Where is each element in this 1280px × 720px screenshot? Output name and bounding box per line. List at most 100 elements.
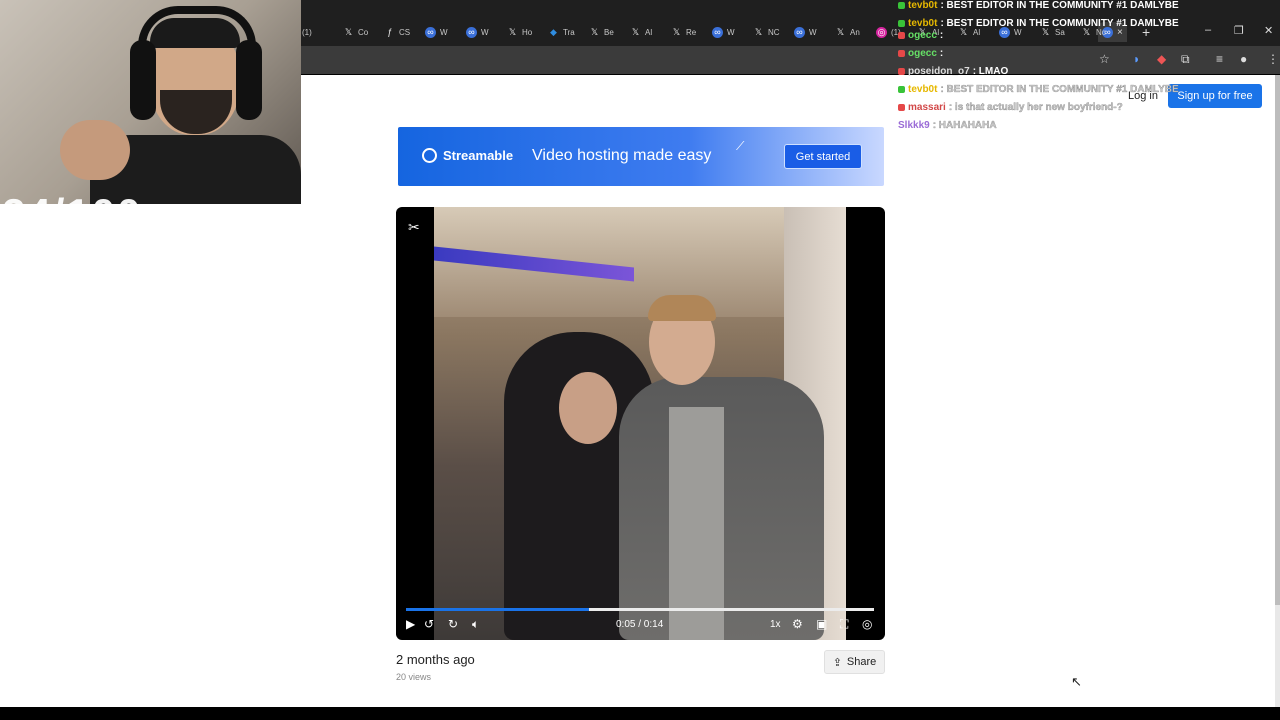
- posted-date: 2 months ago: [396, 652, 475, 667]
- chat-message: ogecc:: [898, 48, 943, 59]
- chat-badge-icon: [898, 86, 905, 93]
- scroll-thumb[interactable]: [1275, 75, 1280, 605]
- webcam-overlay: [0, 0, 301, 204]
- tab-label: Be: [604, 27, 614, 37]
- volume-icon[interactable]: 🔈︎: [472, 617, 479, 632]
- capcut-watermark-icon: ✂: [408, 219, 420, 235]
- x-icon: 𝕏: [836, 26, 845, 37]
- tab-label: (1): [302, 27, 312, 37]
- browser-tab[interactable]: ∞ W: [794, 22, 817, 42]
- streamable-icon: ∞: [425, 26, 436, 38]
- chat-text: : is that actually her new boyfriend-?: [948, 102, 1123, 113]
- browser-tab[interactable]: 𝕏 Re: [671, 22, 696, 42]
- bottom-strip: [0, 707, 1280, 720]
- progress-fill: [406, 608, 589, 611]
- page-scrollbar[interactable]: [1275, 75, 1280, 707]
- browser-tab[interactable]: ◆ Tra: [548, 22, 575, 42]
- time-display: 0:05 / 0:14: [616, 619, 664, 630]
- view-count: 20 views: [396, 672, 432, 682]
- script-icon: ƒ: [386, 27, 392, 37]
- chat-message: tevb0t: BEST EDITOR IN THE COMMUNITY #1 …: [898, 84, 1179, 95]
- share-label: Share: [846, 656, 877, 668]
- tab-label: W: [809, 27, 817, 37]
- play-icon[interactable]: ▶: [406, 617, 415, 631]
- chat-text: : BEST EDITOR IN THE COMMUNITY #1 DAMLYB…: [940, 18, 1179, 29]
- settings-gear-icon[interactable]: ⚙: [792, 617, 803, 631]
- sparkle-icon: ⟋: [736, 139, 745, 153]
- chat-badge-icon: [898, 32, 905, 39]
- video-shirt: [669, 407, 724, 640]
- browser-tab[interactable]: 𝕏 Co: [343, 22, 368, 42]
- share-button[interactable]: ⇪ Share: [824, 650, 885, 674]
- chat-username: poseidon_o7: [908, 66, 970, 77]
- banner-tagline: Video hosting made easy: [532, 147, 712, 164]
- browser-tab[interactable]: 𝕏 Ho: [507, 22, 532, 42]
- streamable-icon: ∞: [466, 26, 477, 38]
- chat-text: :: [939, 30, 944, 41]
- browser-tab[interactable]: ∞ W: [425, 22, 448, 42]
- x-icon: 𝕏: [672, 26, 681, 37]
- chat-message: tevb0t: BEST EDITOR IN THE COMMUNITY #1 …: [898, 0, 1179, 11]
- chat-username: tevb0t: [908, 0, 938, 11]
- get-started-button[interactable]: Get started: [784, 144, 862, 169]
- picture-in-picture-icon[interactable]: ▣: [816, 617, 827, 631]
- mouse-cursor-icon: ↖: [1071, 674, 1082, 689]
- diamond-icon: ◆: [550, 26, 557, 37]
- webcam-hand: [60, 120, 130, 180]
- tab-label: Tra: [563, 27, 575, 37]
- tab-label: NC: [768, 27, 780, 37]
- browser-tab[interactable]: ∞ W: [466, 22, 489, 42]
- chat-message: massari: is that actually her new boyfri…: [898, 102, 1123, 113]
- chat-username: tevb0t: [908, 18, 938, 29]
- tab-label: W: [727, 27, 735, 37]
- streamable-logo: Streamable: [422, 148, 513, 163]
- chat-message: poseidon_o7: LMAO: [898, 66, 1008, 77]
- chat-overlay: tevb0t: BEST EDITOR IN THE COMMUNITY #1 …: [894, 0, 1280, 140]
- chat-badge-icon: [898, 68, 905, 75]
- chat-badge-icon: [898, 50, 905, 57]
- browser-tab[interactable]: (1): [302, 22, 312, 42]
- streamable-logo-icon[interactable]: ◎: [862, 617, 872, 631]
- streamable-icon: ∞: [712, 26, 723, 38]
- video-hair-right: [648, 295, 716, 321]
- chat-message: Slkkk9: HAHAHAHA: [898, 120, 997, 131]
- browser-tab[interactable]: 𝕏 NC: [753, 22, 780, 42]
- speed-button[interactable]: 1x: [770, 619, 781, 630]
- fullscreen-icon[interactable]: ⛶: [840, 617, 848, 632]
- tab-label: Re: [686, 27, 697, 37]
- chat-badge-icon: [898, 104, 905, 111]
- forward-icon[interactable]: ↻: [448, 617, 458, 631]
- chat-message: ogecc:: [898, 30, 943, 41]
- headphones-right: [236, 40, 262, 120]
- video-player[interactable]: ✂ ▶ ↺ ↻ 🔈︎ 0:05 / 0:14 1x ⚙ ▣ ⛶ ◎: [396, 207, 885, 640]
- tab-label: Co: [358, 27, 369, 37]
- chat-text: : HAHAHAHA: [932, 120, 997, 131]
- chat-username: massari: [908, 102, 946, 113]
- streamable-icon: ∞: [794, 26, 805, 38]
- screen: ∞ × + – ❐ ✕ (1) 𝕏 Co ƒ CS ∞ W ∞ W 𝕏 Ho ◆ Tra 𝕏 Be 𝕏 Al 𝕏 R…: [0, 0, 1280, 720]
- banner-brand: Streamable: [443, 148, 514, 163]
- browser-tab[interactable]: 𝕏 An: [835, 22, 860, 42]
- browser-tab[interactable]: 𝕏 Al: [630, 22, 652, 42]
- x-icon: 𝕏: [508, 26, 517, 37]
- browser-tab[interactable]: 𝕏 Be: [589, 22, 614, 42]
- chat-text: : BEST EDITOR IN THE COMMUNITY #1 DAMLYB…: [940, 84, 1179, 95]
- tab-label: W: [440, 27, 448, 37]
- browser-tab[interactable]: ∞ W: [712, 22, 735, 42]
- x-icon: 𝕏: [344, 26, 353, 37]
- browser-tab[interactable]: ƒ CS: [384, 22, 410, 42]
- chat-message: tevb0t: BEST EDITOR IN THE COMMUNITY #1 …: [898, 18, 1179, 29]
- progress-bar[interactable]: [406, 608, 874, 611]
- headphones-left: [130, 40, 156, 120]
- chat-username: Slkkk9: [898, 120, 930, 131]
- headphones-band: [138, 6, 256, 46]
- tab-label: Ho: [522, 27, 533, 37]
- video-frame[interactable]: [434, 207, 846, 640]
- tab-label: Al: [645, 27, 653, 37]
- tab-label: W: [481, 27, 489, 37]
- rewind-icon[interactable]: ↺: [424, 617, 434, 631]
- tab-label: An: [850, 27, 860, 37]
- chat-badge-icon: [898, 2, 905, 9]
- overlay-counter: 24/100: [2, 190, 143, 230]
- ad-banner[interactable]: Streamable Video hosting made easy ⟋ Get…: [398, 127, 884, 186]
